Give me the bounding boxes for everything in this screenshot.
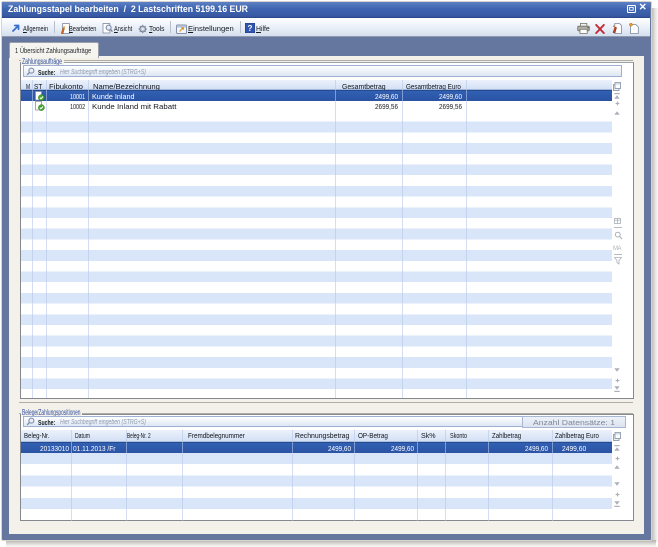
svg-text:?: ? bbox=[248, 24, 253, 33]
